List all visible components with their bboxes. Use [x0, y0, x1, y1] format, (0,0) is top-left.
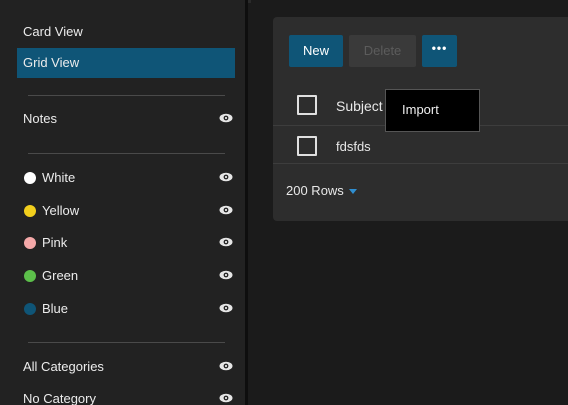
eye-icon[interactable]	[219, 303, 233, 313]
rows-per-page-select[interactable]: 200 Rows	[286, 183, 357, 198]
color-dot	[24, 172, 36, 184]
eye-icon[interactable]	[219, 361, 233, 371]
sidebar: Card View Grid View Notes White Yellow P…	[0, 0, 248, 405]
eye-icon[interactable]	[219, 172, 233, 182]
subject-cell: fdsfds	[336, 139, 371, 154]
color-row-pink[interactable]: Pink	[23, 233, 233, 253]
color-label: Green	[42, 268, 79, 283]
more-options-button[interactable]: •••	[422, 35, 457, 67]
color-label: Pink	[42, 235, 68, 250]
notes-label: Notes	[23, 111, 57, 126]
category-label: All Categories	[23, 359, 104, 374]
color-row-white[interactable]: White	[23, 168, 233, 188]
eye-icon[interactable]	[219, 113, 233, 123]
grid-card: New Delete ••• Subject fdsfds 200 Rows I…	[273, 17, 568, 221]
eye-icon[interactable]	[219, 393, 233, 403]
eye-icon[interactable]	[219, 237, 233, 247]
nav-grid-view[interactable]: Grid View	[17, 48, 235, 78]
subject-column-header[interactable]: Subject	[336, 98, 383, 114]
color-dot	[24, 270, 36, 282]
separator	[28, 342, 225, 343]
color-dot	[24, 237, 36, 249]
color-dot	[24, 205, 36, 217]
more-options-menu: Import	[385, 89, 480, 132]
menu-item-import[interactable]: Import	[402, 102, 439, 117]
color-label: White	[42, 170, 76, 185]
row-checkbox[interactable]	[297, 136, 317, 156]
separator	[28, 153, 225, 154]
color-row-green[interactable]: Green	[23, 266, 233, 286]
rows-per-page-label: 200 Rows	[286, 183, 344, 198]
notes-row[interactable]: Notes	[23, 109, 233, 129]
eye-icon[interactable]	[219, 270, 233, 280]
row-divider	[273, 163, 568, 164]
ellipsis-icon: •••	[431, 41, 448, 55]
color-row-blue[interactable]: Blue	[23, 299, 233, 319]
color-dot	[24, 303, 36, 315]
caret-down-icon	[348, 189, 357, 194]
main-area: New Delete ••• Subject fdsfds 200 Rows I…	[251, 0, 568, 405]
category-row-none[interactable]: No Category	[23, 389, 233, 405]
eye-icon[interactable]	[219, 205, 233, 215]
category-row-all[interactable]: All Categories	[23, 357, 233, 377]
color-row-yellow[interactable]: Yellow	[23, 201, 233, 221]
select-all-checkbox[interactable]	[297, 95, 317, 115]
nav-card-view[interactable]: Card View	[17, 17, 235, 47]
separator	[28, 95, 225, 96]
category-label: No Category	[23, 391, 96, 405]
delete-button[interactable]: Delete	[349, 35, 416, 67]
color-label: Yellow	[42, 203, 80, 218]
new-button[interactable]: New	[289, 35, 343, 67]
color-label: Blue	[42, 301, 69, 316]
